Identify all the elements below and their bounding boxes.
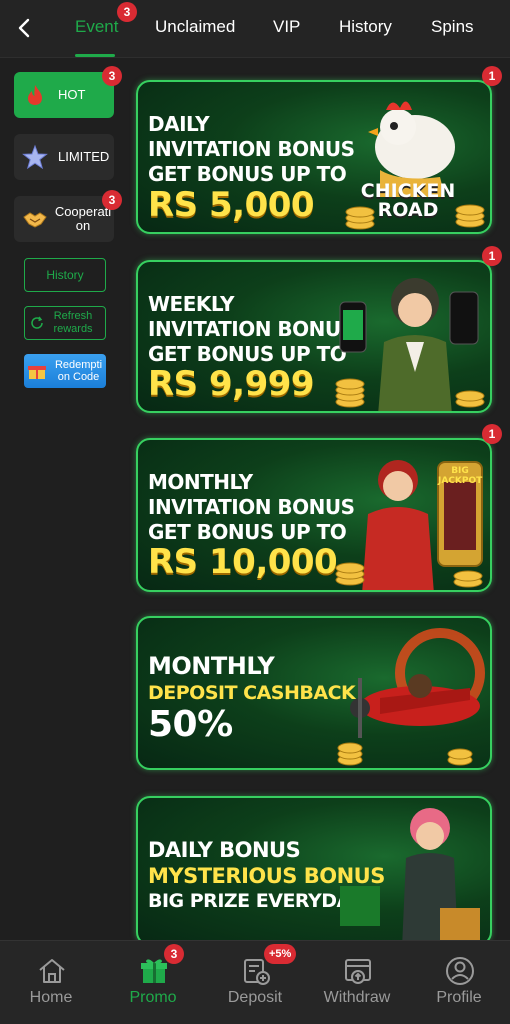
- profile-icon: [444, 955, 476, 987]
- refresh-icon: [29, 315, 45, 331]
- banner-line: DAILY: [148, 112, 210, 136]
- banner-line: MONTHLY: [148, 652, 275, 680]
- back-icon[interactable]: [10, 12, 38, 44]
- sidebar-item-label: HOT: [58, 87, 86, 102]
- pilot-girl-illustration: [320, 262, 490, 411]
- cooperation-badge: 3: [102, 190, 122, 210]
- nav-withdraw[interactable]: Withdraw: [306, 941, 408, 1024]
- redemption-code-label: Redempti on Code: [54, 359, 103, 383]
- weekly-invitation-banner[interactable]: WEEKLY INVITATION BONUS GET BONUS UP TO …: [136, 260, 492, 413]
- banner-amount: RS 9,999: [148, 364, 315, 404]
- sidebar-item-hot[interactable]: HOT: [14, 72, 114, 118]
- daily-invitation-banner[interactable]: DAILY INVITATION BONUS GET BONUS UP TO R…: [136, 80, 492, 234]
- banner-line: DAILY BONUS: [148, 838, 301, 862]
- chicken-illustration: CHICKEN ROAD: [320, 82, 490, 232]
- tab-event-badge: 3: [117, 2, 137, 22]
- history-button[interactable]: History: [24, 258, 106, 292]
- tab-spins[interactable]: Spins: [431, 17, 474, 37]
- banner-line: MONTHLY: [148, 470, 253, 494]
- banner-badge: 1: [482, 424, 502, 444]
- money-girl-illustration: [320, 798, 490, 944]
- deposit-bonus-badge: +5%: [264, 944, 297, 964]
- nav-home[interactable]: Home: [0, 941, 102, 1024]
- refresh-rewards-button[interactable]: Refresh rewards: [24, 306, 106, 340]
- handshake-icon: [22, 206, 48, 232]
- nav-label: Deposit: [227, 989, 283, 1006]
- banner-line: WEEKLY: [148, 292, 235, 316]
- tab-vip[interactable]: VIP: [273, 17, 300, 37]
- aviator-girl-illustration: BIG JACKPOT: [320, 440, 490, 590]
- sidebar-item-limited[interactable]: LIMITED: [14, 134, 114, 180]
- tab-event[interactable]: Event: [75, 17, 118, 37]
- top-tab-bar: Event 3 Unclaimed VIP History Spins: [0, 0, 510, 58]
- nav-promo[interactable]: Promo: [102, 941, 204, 1024]
- gift-box-icon: [27, 362, 47, 380]
- banner-badge: 1: [482, 66, 502, 86]
- game-logo-text: CHICKEN ROAD: [360, 180, 456, 221]
- banner-amount: RS 10,000: [148, 542, 338, 582]
- withdraw-icon: [342, 955, 374, 987]
- nav-label: Promo: [129, 989, 177, 1006]
- monthly-cashback-banner[interactable]: MONTHLY DEPOSIT CASHBACK 50%: [136, 616, 492, 770]
- monthly-invitation-banner[interactable]: MONTHLY INVITATION BONUS GET BONUS UP TO…: [136, 438, 492, 592]
- bottom-nav: Home Promo 3 Deposit +5% Withdraw Profil…: [0, 940, 510, 1024]
- banner-line: GET BONUS UP TO: [148, 342, 347, 366]
- sidebar-item-label: LIMITED: [58, 149, 110, 164]
- active-tab-indicator: [75, 54, 115, 57]
- nav-label: Profile: [436, 989, 482, 1006]
- home-icon: [36, 955, 68, 987]
- red-plane-illustration: [320, 618, 490, 768]
- star-icon: [22, 144, 48, 170]
- flame-icon: [22, 82, 48, 108]
- tab-history[interactable]: History: [339, 17, 392, 37]
- tab-unclaimed[interactable]: Unclaimed: [155, 17, 235, 37]
- jackpot-logo-text: BIG JACKPOT: [438, 466, 483, 486]
- promo-badge: 3: [164, 944, 184, 964]
- nav-profile[interactable]: Profile: [408, 941, 510, 1024]
- nav-label: Withdraw: [323, 989, 391, 1006]
- banner-badge: 1: [482, 246, 502, 266]
- redemption-code-button[interactable]: Redempti on Code: [24, 354, 106, 388]
- banner-amount: RS 5,000: [148, 185, 315, 225]
- daily-mysterious-bonus-banner[interactable]: DAILY BONUS MYSTERIOUS BONUS BIG PRIZE E…: [136, 796, 492, 946]
- banner-amount: 50%: [148, 704, 233, 745]
- nav-label: Home: [29, 989, 73, 1006]
- banner-line: GET BONUS UP TO: [148, 162, 347, 186]
- hot-badge: 3: [102, 66, 122, 86]
- sidebar-item-cooperation[interactable]: Cooperati on: [14, 196, 114, 242]
- sidebar-item-label: Cooperati on: [54, 204, 112, 233]
- refresh-rewards-label: Refresh rewards: [53, 310, 93, 335]
- banner-line: GET BONUS UP TO: [148, 520, 347, 544]
